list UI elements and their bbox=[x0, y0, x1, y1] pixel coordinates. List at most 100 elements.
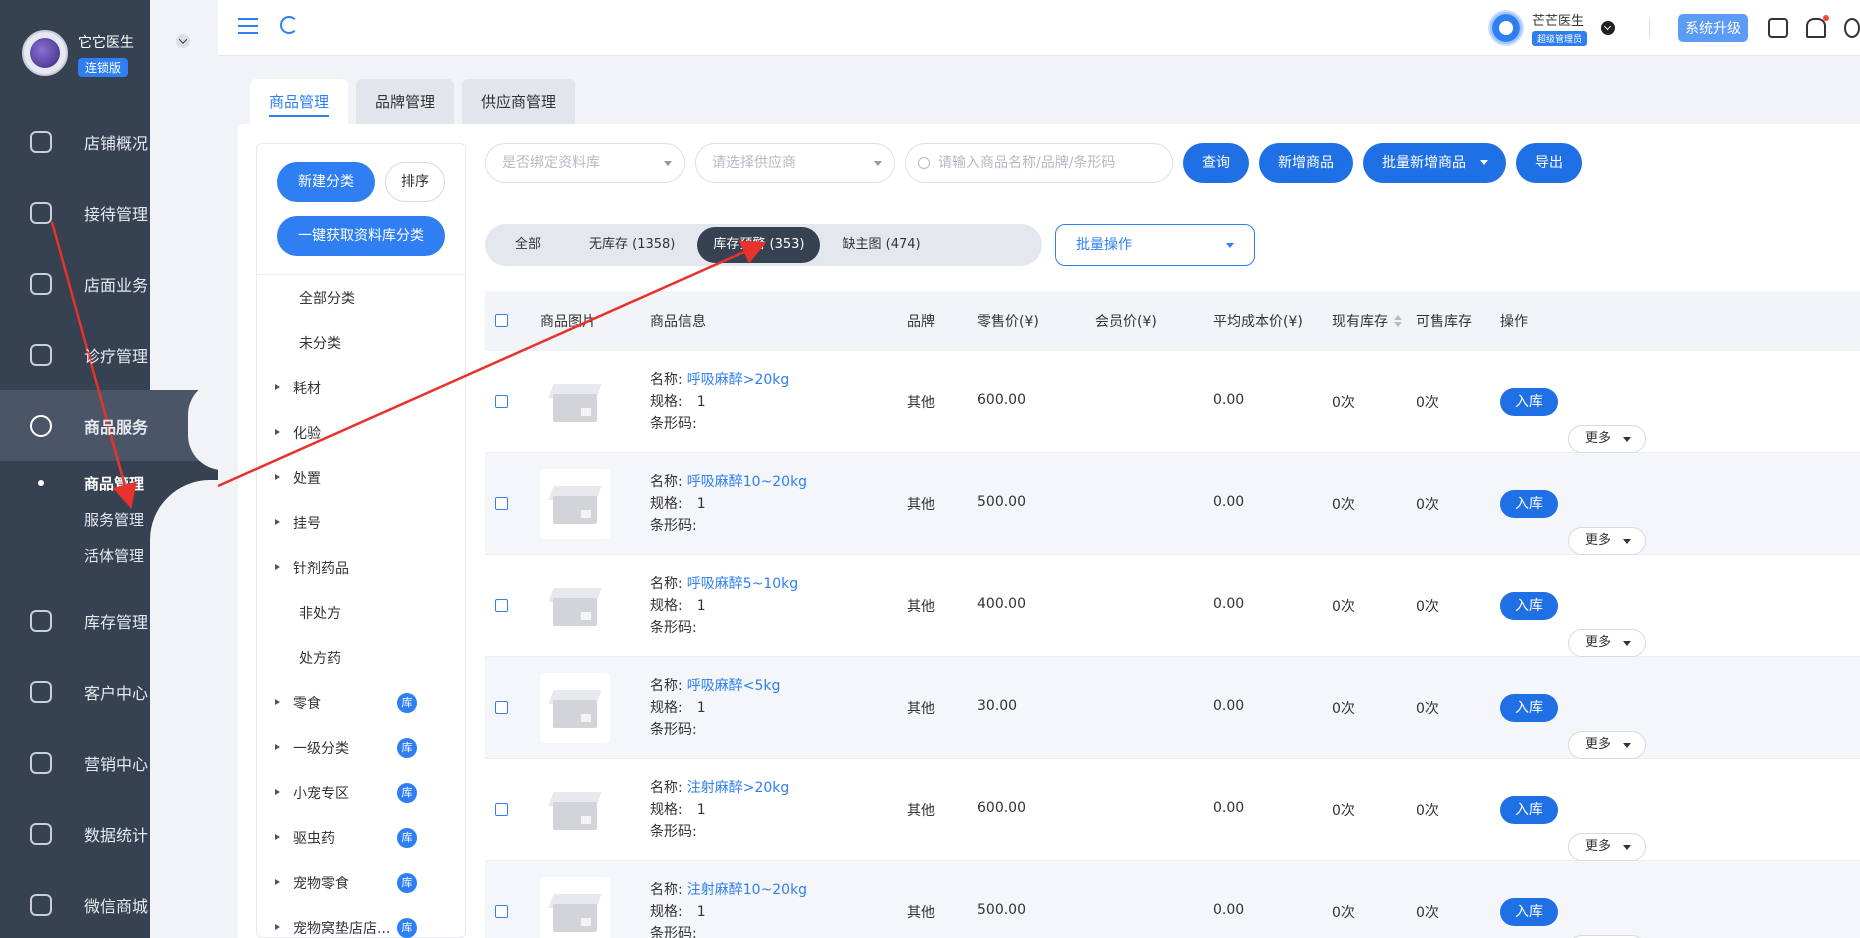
product-table: 商品图片 商品信息 品牌 零售价(¥) 会员价(¥) 平均成本价(¥) 现有库存 可售库存 操作… bbox=[485, 291, 1860, 938]
sidebar-sub-item[interactable]: 商品管理 bbox=[0, 465, 218, 501]
sidebar-item[interactable]: 诊疗管理 bbox=[0, 319, 218, 390]
category-item[interactable]: 化验 bbox=[257, 410, 465, 455]
category-item[interactable]: 针剂药品 bbox=[257, 545, 465, 590]
row-checkbox[interactable] bbox=[495, 497, 508, 510]
category-item[interactable]: 耗材 bbox=[257, 365, 465, 410]
stock-in-button[interactable]: 入库 bbox=[1500, 898, 1558, 926]
library-select[interactable]: 是否绑定资料库 bbox=[485, 143, 685, 183]
retail-price-cell: 600.00 bbox=[977, 392, 1026, 408]
brand-cell: 其他 bbox=[907, 497, 935, 513]
query-button[interactable]: 查询 bbox=[1183, 143, 1249, 183]
product-info: 名称: 注射麻醉10~20kg 规格: 1 条形码: bbox=[650, 879, 807, 938]
row-checkbox[interactable] bbox=[495, 803, 508, 816]
more-actions-button[interactable]: 更多 bbox=[1568, 526, 1646, 555]
status-tab[interactable]: 全部 bbox=[489, 227, 567, 263]
status-tab[interactable]: 无库存 (1358) bbox=[573, 227, 691, 263]
refresh-icon[interactable] bbox=[280, 16, 298, 34]
sidebar-item[interactable]: 数据统计 bbox=[0, 798, 218, 869]
current-stock-cell: 0次 bbox=[1332, 803, 1355, 819]
stock-in-button[interactable]: 入库 bbox=[1500, 796, 1558, 824]
category-item[interactable]: 小宠专区 库 bbox=[257, 770, 465, 815]
column-header: 商品信息 bbox=[650, 314, 706, 330]
sidebar-sub-item[interactable]: 活体管理 bbox=[0, 537, 218, 573]
marketing-icon bbox=[30, 751, 52, 774]
stock-in-button[interactable]: 入库 bbox=[1500, 388, 1558, 416]
sidebar-sub-list: 商品管理 服务管理 活体管理 bbox=[0, 461, 218, 585]
stock-in-button[interactable]: 入库 bbox=[1500, 490, 1558, 518]
more-actions-button[interactable]: 更多 bbox=[1568, 628, 1646, 657]
library-badge: 库 bbox=[397, 917, 417, 938]
status-tab[interactable]: 缺主图 (474) bbox=[826, 227, 936, 263]
sidebar-item[interactable]: 店面业务 bbox=[0, 248, 218, 319]
sort-icon[interactable] bbox=[1394, 315, 1402, 327]
category-item[interactable]: 驱虫药 库 bbox=[257, 815, 465, 860]
sidebar-item[interactable]: 店铺概况 bbox=[0, 106, 218, 177]
category-item[interactable]: 处置 bbox=[257, 455, 465, 500]
row-checkbox[interactable] bbox=[495, 599, 508, 612]
product-name-link[interactable]: 呼吸麻醉5~10kg bbox=[687, 576, 798, 592]
column-header: 可售库存 bbox=[1416, 314, 1472, 330]
package-box-icon bbox=[548, 686, 602, 730]
category-item[interactable]: 处方药 bbox=[257, 635, 465, 680]
category-item[interactable]: 宠物零食 库 bbox=[257, 860, 465, 905]
upgrade-button[interactable]: 系统升级 bbox=[1678, 14, 1748, 42]
add-product-button[interactable]: 新增商品 bbox=[1259, 143, 1353, 183]
category-item[interactable]: 零食 库 bbox=[257, 680, 465, 725]
retail-price-cell: 500.00 bbox=[977, 494, 1026, 510]
sidebar-item[interactable]: 库存管理 bbox=[0, 585, 218, 656]
tab-supplier[interactable]: 供应商管理 bbox=[462, 79, 576, 125]
sidebar-item[interactable]: 微信商城 bbox=[0, 869, 218, 938]
sidebar-item[interactable]: 客户中心 bbox=[0, 656, 218, 727]
tab-product[interactable]: 商品管理 bbox=[250, 79, 349, 125]
spec-value: 1 bbox=[696, 598, 706, 614]
status-tab[interactable]: 库存预警 (353) bbox=[697, 227, 821, 263]
category-label: 处方药 bbox=[299, 650, 341, 667]
sidebar-item-label: 接待管理 bbox=[84, 204, 149, 224]
category-item[interactable]: 未分类 bbox=[257, 320, 465, 365]
chevron-down-icon[interactable] bbox=[176, 34, 190, 48]
more-actions-button[interactable]: 更多 bbox=[1568, 424, 1646, 453]
batch-add-product-button[interactable]: 批量新增商品 bbox=[1363, 143, 1506, 183]
select-all-checkbox[interactable] bbox=[495, 314, 508, 327]
supplier-select[interactable]: 请选择供应商 bbox=[695, 143, 895, 183]
menu-icon[interactable] bbox=[238, 18, 258, 34]
stock-in-button[interactable]: 入库 bbox=[1500, 592, 1558, 620]
sidebar-item[interactable]: 商品服务 bbox=[0, 380, 218, 470]
more-actions-button[interactable]: 更多 bbox=[1568, 934, 1646, 938]
sort-button[interactable]: 排序 bbox=[385, 162, 445, 202]
tab-brand[interactable]: 品牌管理 bbox=[356, 79, 455, 125]
headset-icon[interactable] bbox=[1844, 18, 1860, 38]
category-item[interactable]: 一级分类 库 bbox=[257, 725, 465, 770]
row-checkbox[interactable] bbox=[495, 701, 508, 714]
category-item[interactable]: 宠物窝垫店店... 库 bbox=[257, 905, 465, 938]
sellable-stock-cell: 0次 bbox=[1416, 395, 1439, 411]
sidebar-item[interactable]: 接待管理 bbox=[0, 177, 218, 248]
sidebar-item[interactable]: 营销中心 bbox=[0, 727, 218, 798]
search-input[interactable]: 请输入商品名称/品牌/条形码 bbox=[905, 143, 1173, 183]
stock-in-button[interactable]: 入库 bbox=[1500, 694, 1558, 722]
sidebar-item-label: 诊疗管理 bbox=[84, 346, 149, 366]
row-checkbox[interactable] bbox=[495, 395, 508, 408]
bell-icon[interactable] bbox=[1806, 15, 1829, 38]
product-barcode-line: 条形码: bbox=[650, 926, 697, 938]
more-actions-button[interactable]: 更多 bbox=[1568, 832, 1646, 861]
fetch-library-categories-button[interactable]: 一键获取资料库分类 bbox=[277, 216, 445, 256]
avatar[interactable] bbox=[1487, 10, 1524, 46]
export-button[interactable]: 导出 bbox=[1516, 143, 1582, 183]
product-name-link[interactable]: 呼吸麻醉<5kg bbox=[687, 678, 781, 694]
product-name-link[interactable]: 注射麻醉>20kg bbox=[687, 780, 790, 796]
category-item[interactable]: 全部分类 bbox=[257, 275, 465, 320]
new-category-button[interactable]: 新建分类 bbox=[277, 162, 375, 202]
product-name-link[interactable]: 注射麻醉10~20kg bbox=[687, 882, 807, 898]
chevron-down-icon[interactable] bbox=[1601, 21, 1615, 35]
calendar-icon[interactable] bbox=[1768, 18, 1788, 38]
category-item[interactable]: 挂号 bbox=[257, 500, 465, 545]
spec-label: 规格: bbox=[650, 598, 683, 614]
sidebar-sub-item[interactable]: 服务管理 bbox=[0, 501, 218, 537]
row-checkbox[interactable] bbox=[495, 905, 508, 918]
category-item[interactable]: 非处方 bbox=[257, 590, 465, 635]
product-name-link[interactable]: 呼吸麻醉>20kg bbox=[687, 372, 790, 388]
more-actions-button[interactable]: 更多 bbox=[1568, 730, 1646, 759]
batch-operation-select[interactable]: 批量操作 bbox=[1055, 224, 1255, 266]
product-name-link[interactable]: 呼吸麻醉10~20kg bbox=[687, 474, 807, 490]
